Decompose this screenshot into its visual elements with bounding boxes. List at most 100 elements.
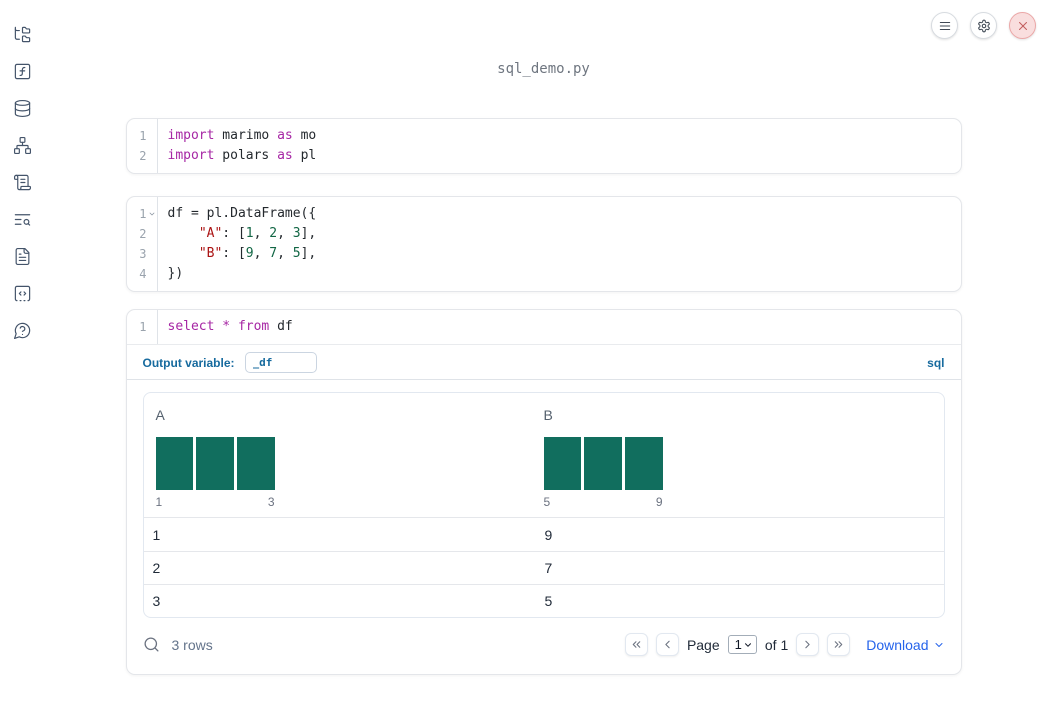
column-name: B — [543, 407, 553, 423]
sidebar-item-dependencies[interactable] — [12, 135, 32, 155]
table-row[interactable]: 27 — [143, 551, 944, 584]
notebook: sql_demo.py 1 2 import marimo as mo import … — [44, 0, 1043, 675]
sql-cell: 1 select * from df Output variable: sql A… — [125, 309, 962, 675]
sidebar-item-file-explorer[interactable] — [12, 24, 32, 44]
chevron-left-icon — [665, 640, 670, 649]
table-header: A13B59 — [143, 393, 944, 518]
sidebar-item-documentation[interactable] — [12, 246, 32, 266]
sql-editor[interactable]: 1 select * from df — [126, 310, 961, 345]
code-cell-dataframe[interactable]: 1 2 3 4 df = pl.DataFrame({ "A": [1, 2, 3], … — [125, 196, 962, 292]
table-cell: 7 — [544, 560, 553, 576]
table-row[interactable]: 19 — [144, 518, 944, 551]
histogram-bar[interactable] — [543, 437, 582, 490]
line-number-gutter: 1 2 3 4 — [127, 197, 158, 291]
output-variable-label: Output variable: — [142, 355, 235, 370]
code-line[interactable]: "B": [9, 7, 5], — [168, 244, 961, 264]
sql-cell-footer: Output variable: sql — [126, 345, 961, 380]
chevron-down-icon — [744, 642, 751, 647]
line-number: 2 — [139, 227, 147, 241]
column-name: A — [155, 407, 165, 423]
table-column-summary: B59 — [543, 407, 932, 509]
document-icon — [15, 247, 29, 265]
line-number: 4 — [139, 267, 147, 281]
page-label: Page — [686, 636, 720, 653]
code-line[interactable]: select * from df — [168, 317, 961, 337]
chevron-down-icon — [935, 642, 942, 647]
histogram-min-label: 1 — [155, 495, 163, 509]
histogram-min-label: 5 — [543, 495, 551, 509]
chevrons-left-icon — [632, 641, 641, 648]
table-footer: 3 rows Page 1 of 1 Download — [143, 618, 945, 660]
sidebar-item-outline[interactable] — [12, 209, 32, 229]
histogram-bar[interactable] — [584, 437, 622, 490]
table-cell: 9 — [544, 526, 553, 543]
chevrons-right-icon — [834, 641, 843, 648]
histogram-bar[interactable] — [236, 437, 275, 490]
chevron-right-icon — [805, 640, 810, 649]
sidebar-item-variables[interactable] — [12, 61, 32, 81]
histogram-max-label: 3 — [267, 495, 275, 509]
page-select-value: 1 — [734, 637, 742, 652]
histogram-range-labels: 59 — [544, 495, 663, 509]
column-histogram — [155, 437, 275, 490]
histogram-bar[interactable] — [624, 437, 663, 490]
line-number: 3 — [139, 247, 147, 261]
line-number: 1 — [139, 320, 147, 334]
histogram-bar[interactable] — [155, 437, 194, 490]
code-editor[interactable]: 1 2 3 4 df = pl.DataFrame({ "A": [1, 2, 3], … — [127, 197, 961, 291]
pagination: Page 1 of 1 Download — [624, 633, 945, 656]
sql-language-badge[interactable]: sql — [927, 356, 944, 370]
function-square-icon — [14, 63, 30, 79]
table-body: 192735 — [143, 518, 944, 617]
sidebar-item-logs[interactable] — [12, 172, 32, 192]
sidebar-item-help[interactable] — [12, 320, 32, 340]
page-of-label: of 1 — [764, 636, 789, 653]
snippets-icon — [14, 285, 30, 301]
search-icon[interactable] — [143, 636, 160, 653]
line-number: 1 — [139, 129, 147, 143]
sidebar — [0, 0, 44, 713]
output-variable-input[interactable] — [244, 352, 317, 373]
line-number: 1 — [139, 207, 147, 221]
histogram-bar[interactable] — [196, 437, 234, 490]
table-cell: 1 — [152, 526, 161, 543]
column-histogram — [543, 437, 663, 490]
first-page-button[interactable] — [624, 633, 648, 656]
database-icon — [14, 99, 30, 117]
table-row[interactable]: 35 — [143, 584, 944, 617]
code-line[interactable]: df = pl.DataFrame({ — [168, 204, 961, 224]
histogram-range-labels: 13 — [156, 495, 275, 509]
sidebar-item-snippets[interactable] — [12, 283, 32, 303]
last-page-button[interactable] — [827, 633, 851, 656]
sidebar-item-datasources[interactable] — [12, 98, 32, 118]
data-table: A13B59 192735 — [142, 392, 945, 618]
search-list-icon — [14, 213, 30, 226]
table-output: A13B59 192735 3 rows Page 1 of 1 Downloa… — [127, 380, 961, 674]
download-label: Download — [866, 636, 929, 653]
histogram-max-label: 9 — [655, 495, 663, 509]
prev-page-button[interactable] — [655, 633, 679, 656]
file-tree-icon — [14, 26, 30, 42]
code-line[interactable]: import polars as pl — [168, 146, 961, 166]
code-line[interactable]: "A": [1, 2, 3], — [168, 224, 961, 244]
line-number: 2 — [139, 149, 147, 163]
notebook-title[interactable]: sql_demo.py — [126, 0, 962, 77]
help-icon — [13, 322, 30, 339]
page-select[interactable]: 1 — [727, 635, 757, 654]
table-cell: 3 — [152, 593, 161, 609]
line-number-gutter: 12 — [127, 119, 158, 173]
scroll-icon — [13, 174, 31, 190]
table-cell: 5 — [544, 593, 553, 609]
download-button[interactable]: Download — [866, 637, 944, 653]
code-cell-imports[interactable]: 1 2 import marimo as mo import polars as pl — [125, 118, 962, 174]
code-editor[interactable]: 1 2 import marimo as mo import polars as pl — [127, 119, 961, 173]
line-number-gutter: 1 — [127, 310, 158, 344]
fold-chevron-icon[interactable] — [148, 210, 156, 218]
dependency-graph-icon — [13, 136, 31, 154]
row-count: 3 rows — [171, 636, 213, 653]
code-line[interactable]: }) — [168, 264, 961, 284]
table-cell: 2 — [152, 560, 161, 576]
next-page-button[interactable] — [796, 633, 820, 656]
code-line[interactable]: import marimo as mo — [168, 126, 961, 146]
table-column-summary: A13 — [155, 407, 544, 509]
